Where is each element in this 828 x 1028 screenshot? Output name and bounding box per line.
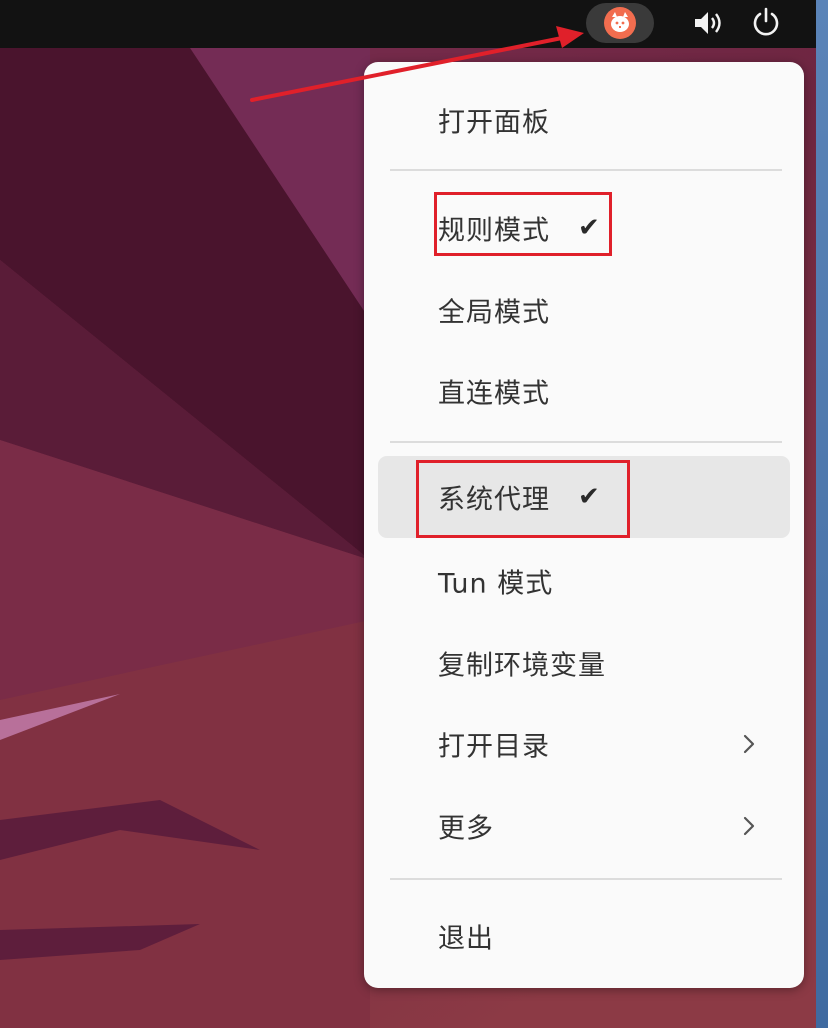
- menu-item-label: 打开目录: [438, 731, 550, 763]
- menu-item-label: 退出: [438, 923, 494, 955]
- menu-item-label: 更多: [438, 813, 494, 845]
- menu-item-label: 复制环境变量: [438, 650, 606, 682]
- cat-icon[interactable]: [603, 6, 637, 40]
- desktop-screen: 打开面板 规则模式 ✔ 全局模式 直连模式 系统代理 ✔ Tun 模式 复制环境…: [0, 0, 828, 1028]
- menu-item-global-mode[interactable]: 全局模式: [378, 274, 790, 346]
- menu-separator: [390, 441, 782, 443]
- menu-item-label: 直连模式: [438, 378, 550, 410]
- top-bar: [0, 0, 816, 48]
- menu-separator: [390, 169, 782, 171]
- menu-item-quit[interactable]: 退出: [378, 900, 790, 972]
- menu-item-label: 打开面板: [438, 107, 550, 139]
- annotation-box-rule-mode: [434, 192, 612, 256]
- menu-item-tun-mode[interactable]: Tun 模式: [378, 545, 790, 617]
- annotation-box-system-proxy: [416, 460, 630, 538]
- menu-item-direct-mode[interactable]: 直连模式: [378, 355, 790, 427]
- menu-item-label: 全局模式: [438, 297, 550, 329]
- volume-icon[interactable]: [692, 8, 726, 38]
- menu-separator: [390, 878, 782, 880]
- menu-item-open-panel[interactable]: 打开面板: [378, 84, 790, 156]
- chevron-right-icon: [743, 816, 755, 836]
- menu-item-label: Tun 模式: [438, 568, 554, 600]
- menu-item-more[interactable]: 更多: [378, 790, 790, 862]
- power-icon[interactable]: [750, 6, 782, 38]
- menu-item-copy-env[interactable]: 复制环境变量: [378, 627, 790, 699]
- window-edge: [816, 0, 828, 1028]
- chevron-right-icon: [743, 734, 755, 754]
- menu-item-open-directory[interactable]: 打开目录: [378, 708, 790, 780]
